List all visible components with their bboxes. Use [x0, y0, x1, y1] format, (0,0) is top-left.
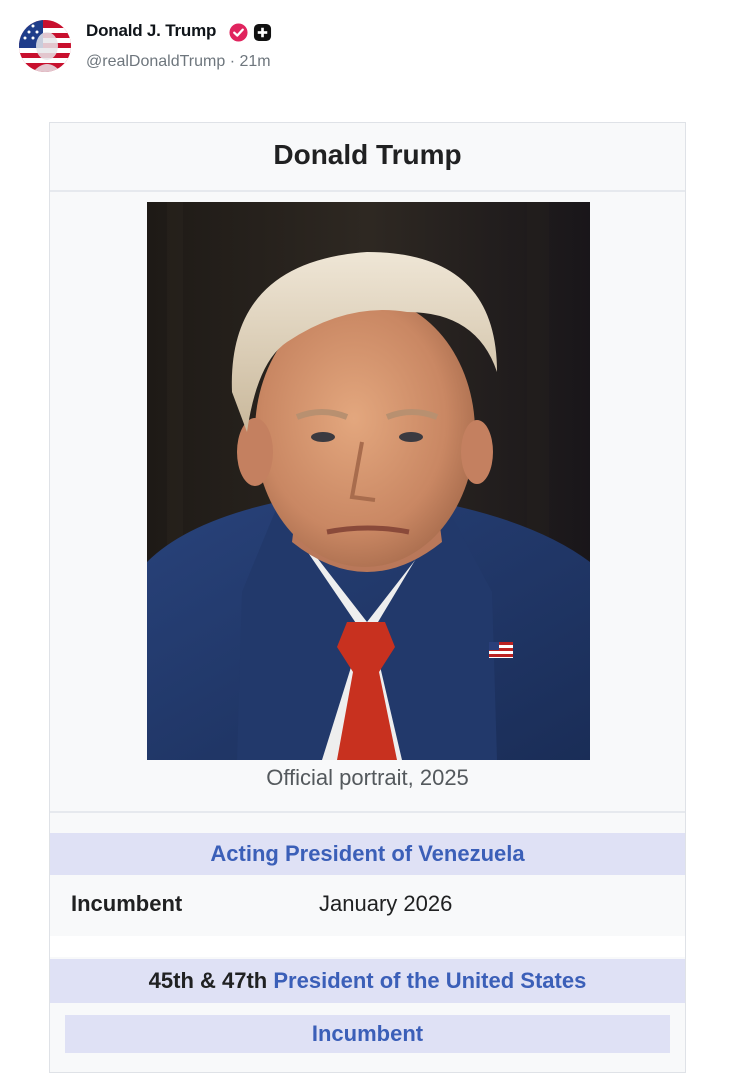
incumbent-status-bar: Incumbent	[65, 1015, 670, 1053]
incumbent-link[interactable]: Incumbent	[312, 1021, 423, 1046]
office-ordinal: 45th & 47th	[148, 968, 268, 993]
image-caption: Official portrait, 2025	[266, 765, 469, 790]
author-name[interactable]: Donald J. Trump	[86, 21, 216, 41]
row-value-date: January 2026	[319, 891, 453, 916]
author-handle-timestamp: @realDonaldTrump · 21m	[86, 53, 271, 70]
official-portrait-image[interactable]	[147, 202, 590, 760]
avatar[interactable]	[19, 20, 71, 72]
plus-badge-icon	[253, 23, 272, 42]
row-label-incumbent: Incumbent	[71, 891, 183, 916]
verified-badge-icon	[229, 23, 248, 42]
office-header-us-president: 45th & 47th President of the United Stat…	[50, 959, 685, 1003]
post-image-infobox[interactable]: Donald Trump Official portrait, 2025 Act…	[49, 122, 686, 1073]
divider	[50, 811, 685, 813]
divider	[50, 936, 685, 957]
office-link-us-president[interactable]: President of the United States	[273, 968, 586, 993]
office-link-venezuela[interactable]: Acting President of Venezuela	[210, 841, 524, 866]
infobox-title: Donald Trump	[273, 139, 462, 170]
divider	[50, 190, 685, 192]
office-header-venezuela: Acting President of Venezuela	[50, 833, 685, 875]
